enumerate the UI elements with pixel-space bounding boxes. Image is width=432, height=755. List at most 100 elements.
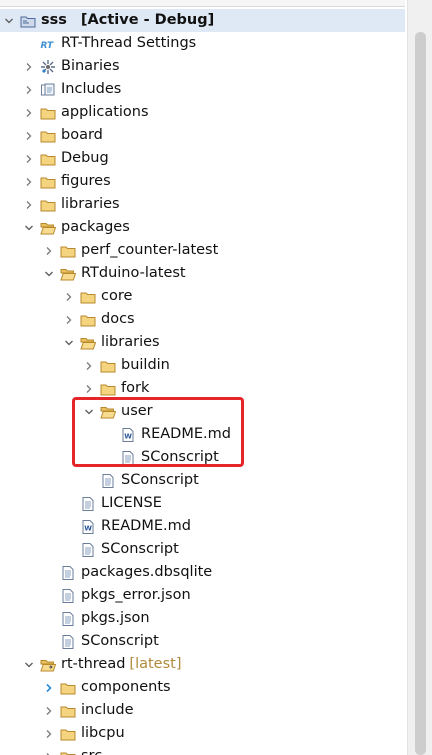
chevron-right-icon[interactable] <box>42 239 56 262</box>
no-expander <box>102 446 116 469</box>
tree-row[interactable]: W README.md <box>102 423 231 446</box>
tree-row[interactable]: user <box>82 400 153 423</box>
folder-open-icon <box>60 266 76 282</box>
tree-item-label: sss <box>41 12 67 28</box>
tree-row[interactable]: W README.md <box>62 515 191 538</box>
text-file-icon <box>60 565 76 581</box>
chevron-right-icon[interactable] <box>22 78 36 101</box>
chevron-right-icon[interactable] <box>22 101 36 124</box>
text-file-icon <box>100 473 116 489</box>
scrollbar-thumb[interactable] <box>415 32 426 755</box>
tree-row[interactable]: applications <box>22 101 149 124</box>
tree-row[interactable]: perf_counter-latest <box>42 239 218 262</box>
tree-item-label: RTduino-latest <box>81 265 186 281</box>
chevron-right-icon[interactable] <box>22 170 36 193</box>
tree-row[interactable]: docs <box>62 308 135 331</box>
tree-row[interactable]: figures <box>22 170 111 193</box>
tree-item-label: packages.dbsqlite <box>81 564 213 580</box>
project-status: [Active - Debug] <box>80 12 215 28</box>
tree-row[interactable]: RTduino-latest <box>42 262 186 285</box>
no-expander <box>82 469 96 492</box>
tree-item-label: libcpu <box>81 725 125 741</box>
folder-icon <box>40 151 56 167</box>
tree-row[interactable]: components <box>42 676 171 699</box>
tree-row[interactable]: pkgs_error.json <box>42 584 191 607</box>
tree-row[interactable]: Debug <box>22 147 109 170</box>
tree-row[interactable]: libcpu <box>42 722 125 745</box>
chevron-right-icon[interactable] <box>42 722 56 745</box>
tree-row[interactable]: SConscript <box>82 469 199 492</box>
tree-row[interactable]: core <box>62 285 132 308</box>
chevron-right-icon[interactable] <box>22 55 36 78</box>
tree-row[interactable]: SConscript <box>62 538 179 561</box>
tree-row[interactable]: pkgs.json <box>42 607 150 630</box>
tree-item-label: perf_counter-latest <box>81 242 219 258</box>
tree-item-label: pkgs.json <box>81 610 150 626</box>
chevron-right-icon[interactable] <box>82 354 96 377</box>
tree-item-label: board <box>61 127 103 143</box>
tree-item-label: LICENSE <box>101 495 162 511</box>
tree-row[interactable]: SConscript <box>42 630 159 653</box>
tree-item-label: include <box>81 702 134 718</box>
tree-item-label: Binaries <box>61 58 120 74</box>
tree-item-label: SConscript <box>141 449 219 465</box>
folder-icon <box>40 197 56 213</box>
includes-icon <box>40 82 56 98</box>
chevron-down-icon[interactable] <box>2 9 16 32</box>
project-explorer-tree[interactable]: sss [Active - Debug] RT RT-Thread Settings B… <box>0 0 405 755</box>
chevron-right-icon[interactable] <box>22 193 36 216</box>
chevron-right-icon[interactable] <box>42 745 56 755</box>
tree-row[interactable]: Includes <box>22 78 121 101</box>
tree-row[interactable]: buildin <box>82 354 170 377</box>
tree-row[interactable]: board <box>22 124 103 147</box>
tree-row[interactable]: packages <box>22 216 130 239</box>
chevron-right-icon[interactable] <box>62 285 76 308</box>
no-expander <box>102 423 116 446</box>
folder-open-icon <box>80 335 96 351</box>
tree-row[interactable]: packages.dbsqlite <box>42 561 212 584</box>
tree-item-label: figures <box>61 173 111 189</box>
tree-row[interactable]: libraries <box>62 331 160 354</box>
text-file-icon <box>60 611 76 627</box>
chevron-down-icon[interactable] <box>22 653 36 676</box>
tree-item-label: user <box>121 403 153 419</box>
tree-row[interactable]: Binaries <box>22 55 120 78</box>
tree-item-label: components <box>81 679 171 695</box>
folder-icon <box>100 358 116 374</box>
chevron-down-icon[interactable] <box>62 331 76 354</box>
tree-row[interactable]: LICENSE <box>62 492 162 515</box>
tree-row[interactable]: fork <box>82 377 149 400</box>
chevron-right-icon[interactable] <box>22 147 36 170</box>
tree-row[interactable]: RT RT-Thread Settings <box>22 32 197 55</box>
folder-icon <box>60 726 76 742</box>
tree-row[interactable]: include <box>42 699 134 722</box>
vertical-scrollbar[interactable] <box>407 0 432 755</box>
no-expander <box>62 492 76 515</box>
tree-row[interactable]: libraries <box>22 193 120 216</box>
text-file-icon <box>60 588 76 604</box>
chevron-right-icon[interactable] <box>82 377 96 400</box>
chevron-right-icon[interactable] <box>42 699 56 722</box>
chevron-down-icon[interactable] <box>42 262 56 285</box>
folder-icon <box>60 243 76 259</box>
chevron-down-icon[interactable] <box>82 400 96 423</box>
chevron-right-icon[interactable] <box>42 676 56 699</box>
folder-icon <box>100 381 116 397</box>
tree-row[interactable]: sss [Active - Debug] <box>0 9 405 32</box>
tree-item-label: Includes <box>61 81 122 97</box>
chevron-right-icon[interactable] <box>22 124 36 147</box>
tree-item-label: libraries <box>101 334 160 350</box>
no-expander <box>42 630 56 653</box>
tree-row[interactable]: src <box>42 745 102 755</box>
version-decoration: [latest] <box>129 656 182 672</box>
no-expander <box>42 607 56 630</box>
tree-item-label: README.md <box>141 426 231 442</box>
chevron-down-icon[interactable] <box>22 216 36 239</box>
text-file-icon <box>120 450 136 466</box>
chevron-right-icon[interactable] <box>62 308 76 331</box>
no-expander <box>22 32 36 55</box>
tree-row[interactable]: rt-thread [latest] <box>22 653 182 676</box>
tree-row[interactable]: SConscript <box>102 446 219 469</box>
tree-item-label: pkgs_error.json <box>81 587 191 603</box>
tree-item-label: docs <box>101 311 135 327</box>
